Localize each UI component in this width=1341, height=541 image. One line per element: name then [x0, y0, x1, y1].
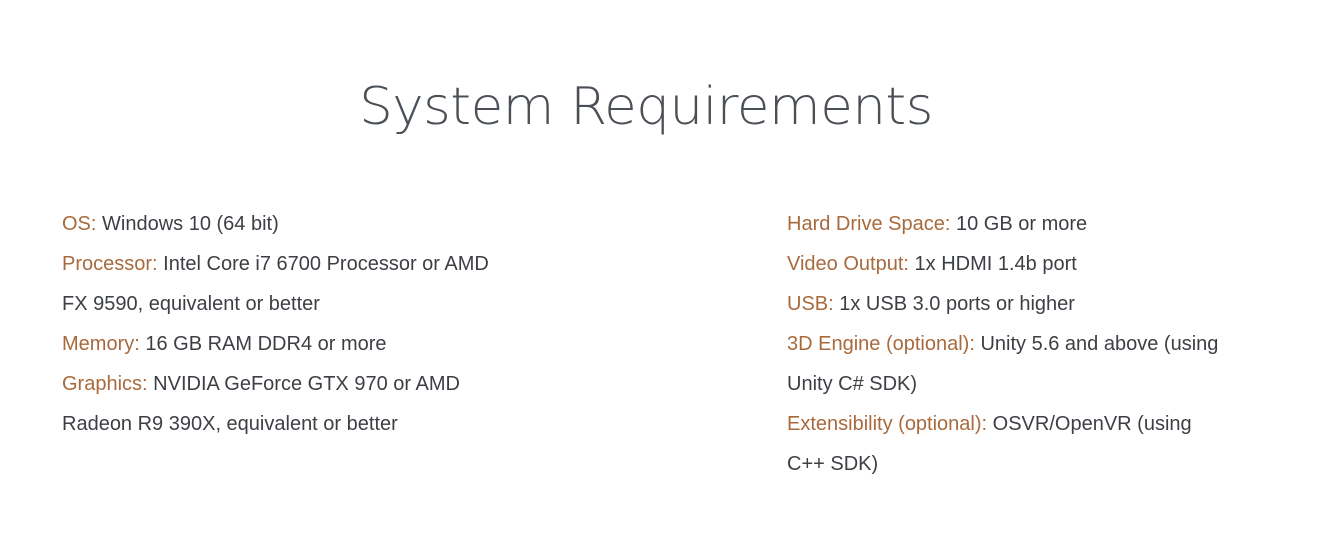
requirement-video-output: Video Output: 1x HDMI 1.4b port	[787, 244, 1227, 284]
requirement-value: 16 GB RAM DDR4 or more	[145, 333, 387, 355]
requirement-extensibility: Extensibility (optional): OSVR/OpenVR (u…	[787, 404, 1227, 484]
requirement-graphics: Graphics: NVIDIA GeForce GTX 970 or AMD …	[62, 364, 492, 444]
requirement-label: Video Output:	[787, 253, 909, 275]
requirement-label: 3D Engine (optional):	[787, 333, 975, 355]
requirement-memory: Memory: 16 GB RAM DDR4 or more	[62, 324, 492, 364]
requirement-value: Windows 10 (64 bit)	[102, 213, 279, 235]
requirement-label: USB:	[787, 293, 834, 315]
requirement-label: Hard Drive Space:	[787, 213, 951, 235]
requirement-processor: Processor: Intel Core i7 6700 Processor …	[62, 244, 492, 324]
requirement-3d-engine: 3D Engine (optional): Unity 5.6 and abov…	[787, 324, 1227, 404]
requirement-value: 1x USB 3.0 ports or higher	[839, 293, 1075, 315]
requirement-usb: USB: 1x USB 3.0 ports or higher	[787, 284, 1227, 324]
requirement-value: 10 GB or more	[955, 213, 1088, 235]
page-title: System Requirements	[359, 77, 933, 137]
requirement-label: Graphics:	[62, 373, 148, 395]
requirements-left-column: OS: Windows 10 (64 bit) Processor: Intel…	[62, 204, 492, 444]
requirement-label: Processor:	[62, 253, 158, 275]
requirement-label: Memory:	[62, 333, 140, 355]
requirement-label: OS:	[62, 213, 97, 235]
requirement-label: Extensibility (optional):	[787, 413, 988, 435]
requirements-right-column: Hard Drive Space: 10 GB or more Video Ou…	[787, 204, 1227, 484]
requirement-os: OS: Windows 10 (64 bit)	[62, 204, 492, 244]
requirement-hard-drive-space: Hard Drive Space: 10 GB or more	[787, 204, 1227, 244]
requirement-value: 1x HDMI 1.4b port	[914, 253, 1077, 275]
